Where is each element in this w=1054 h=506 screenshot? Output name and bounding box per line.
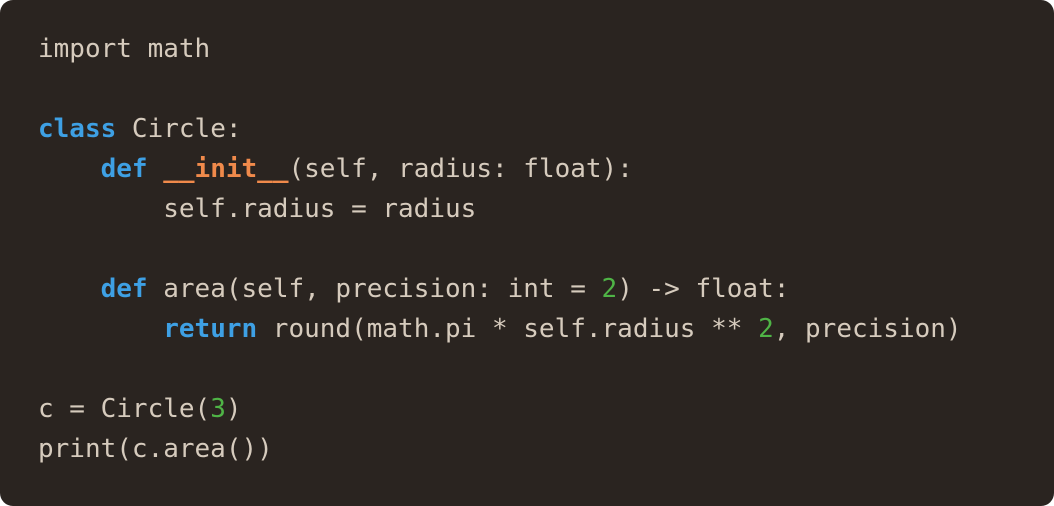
code-line: class Circle: xyxy=(38,109,1054,149)
code-line: self.radius = radius xyxy=(38,189,1054,229)
code-line: return round(math.pi * self.radius ** 2,… xyxy=(38,309,1054,349)
code-line: print(c.area()) xyxy=(38,429,1054,469)
code-text: c = Circle( xyxy=(38,394,211,424)
code-text: , precision) xyxy=(773,314,962,344)
code-line: def __init__(self, radius: float): xyxy=(38,149,1054,189)
code-text: Circle: xyxy=(116,114,242,144)
code-number: 2 xyxy=(758,314,774,344)
code-text: import math xyxy=(38,34,211,64)
code-keyword: def xyxy=(100,274,148,304)
code-text: print(c.area()) xyxy=(38,434,273,464)
code-keyword: class xyxy=(38,114,117,144)
code-function-name: __init__ xyxy=(163,154,289,184)
code-keyword: return xyxy=(163,314,258,344)
code-text: ) xyxy=(225,394,242,424)
code-block: import math class Circle: def __init__(se… xyxy=(38,29,1054,469)
code-number: 3 xyxy=(210,394,226,424)
code-text: area(self, precision: int = xyxy=(147,274,602,304)
code-number: 2 xyxy=(601,274,618,304)
code-keyword: def xyxy=(100,154,148,184)
code-text: ) -> float: xyxy=(617,274,790,304)
code-text: (self, radius: float): xyxy=(288,154,633,184)
code-line: c = Circle(3) xyxy=(38,389,1054,429)
code-text: round(math.pi * self.radius ** xyxy=(257,314,759,344)
code-text: self.radius = radius xyxy=(38,194,477,224)
code-line: def area(self, precision: int = 2) -> fl… xyxy=(38,269,1054,309)
code-panel: import math class Circle: def __init__(se… xyxy=(0,0,1054,506)
code-line: import math xyxy=(38,29,1054,69)
